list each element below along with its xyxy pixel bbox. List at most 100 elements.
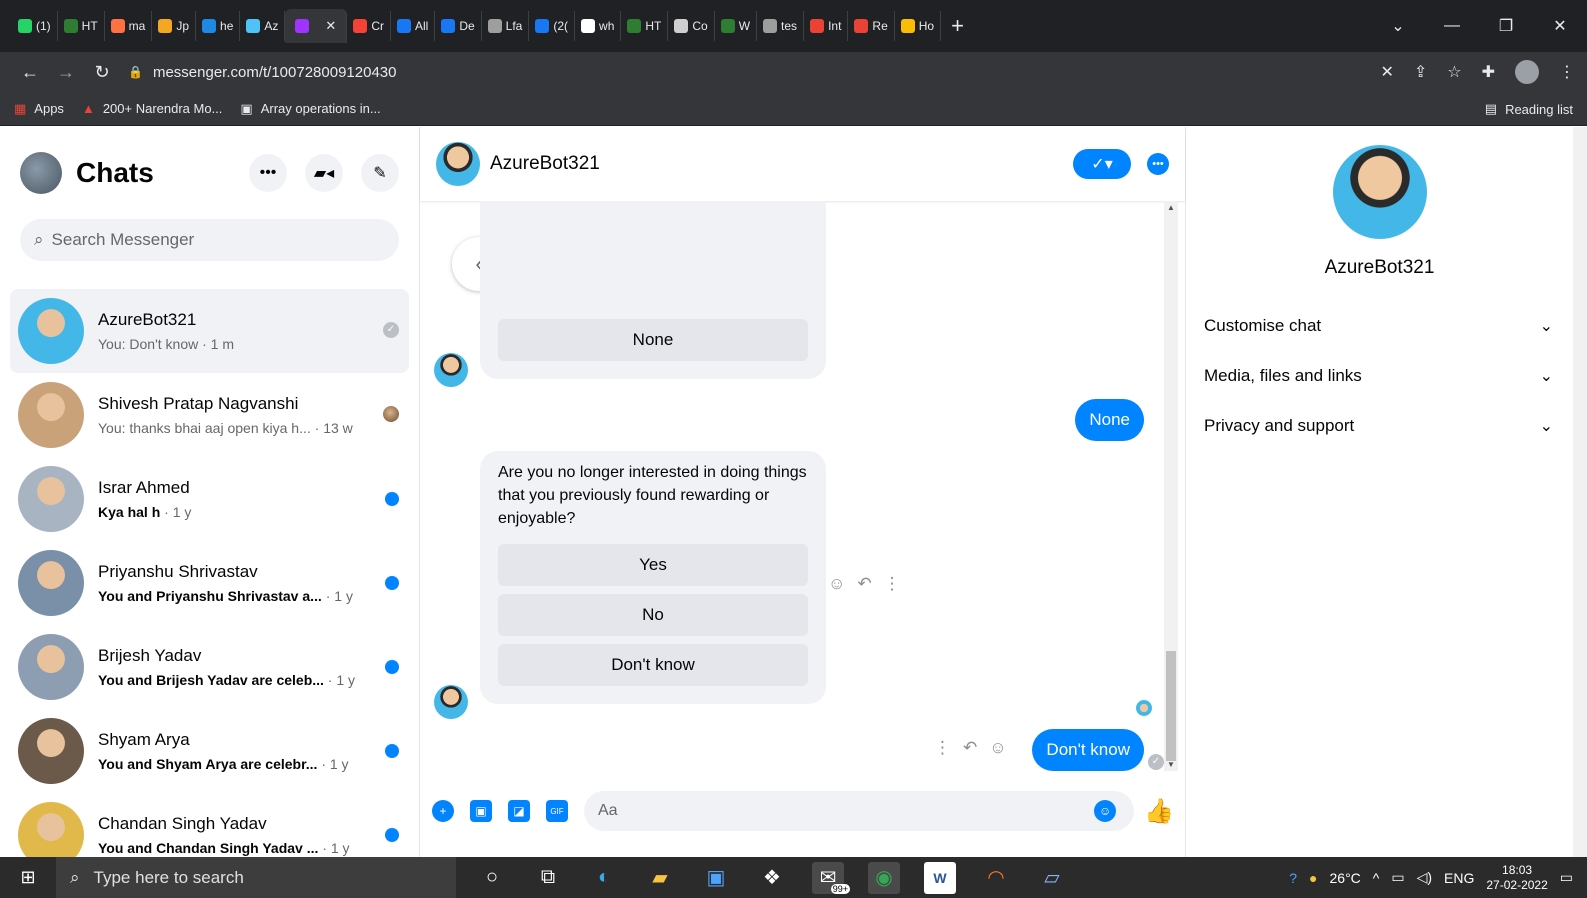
weather-icon[interactable]: ● (1309, 870, 1317, 886)
dropbox-icon[interactable]: ❖ (756, 862, 788, 894)
chrome-icon[interactable]: ◉ (868, 861, 900, 894)
chat-list-item[interactable]: Shivesh Pratap Nagvanshi You: thanks bhai… (10, 373, 409, 457)
address-bar[interactable]: 🔒 messenger.com/t/100728009120430 (128, 57, 1328, 87)
attach-image-icon[interactable]: ▣ (470, 800, 492, 822)
bookmark-array-operations[interactable]: ▣ Array operations in... (240, 101, 380, 117)
browser-tab[interactable]: HT (58, 11, 105, 41)
sticker-icon[interactable]: ◪ (508, 800, 530, 822)
sent-message-dont-know[interactable]: Don't know (1032, 729, 1144, 771)
notepad-icon[interactable]: ▱ (1036, 862, 1068, 894)
browser-tab[interactable]: ma (105, 11, 153, 41)
browser-tab[interactable]: Lfa (482, 11, 530, 41)
search-messenger-input[interactable]: ⌕ Search Messenger (20, 219, 399, 261)
option-dont-know-button[interactable]: Don't know (498, 644, 808, 686)
browser-tab[interactable]: (2( (529, 11, 576, 41)
sent-message-none[interactable]: None (1075, 399, 1144, 441)
browser-tab[interactable]: Ho (895, 11, 942, 41)
chat-list-item[interactable]: Priyanshu Shrivastav You and Priyanshu Sh… (10, 541, 409, 625)
scrollbar-thumb[interactable] (1166, 651, 1176, 761)
scroll-up-arrow[interactable]: ▲ (1164, 203, 1178, 212)
taskbar-search-input[interactable]: ⌕ Type here to search (56, 857, 456, 898)
help-icon[interactable]: ? (1289, 870, 1297, 886)
minimize-button[interactable]: — (1425, 17, 1479, 35)
message-thread[interactable]: ‹ None None Are you no longer interested… (420, 201, 1186, 771)
bookmark-apps[interactable]: ▦ Apps (14, 101, 64, 117)
privacy-support-section[interactable]: Privacy and support ⌄ (1186, 401, 1573, 451)
tab-search-icon[interactable]: ⌄ (1371, 16, 1425, 36)
extensions-icon[interactable]: ✚ (1482, 62, 1495, 82)
chat-list-item[interactable]: Chandan Singh Yadav You and Chandan Singh… (10, 793, 409, 857)
chat-list-item[interactable]: AzureBot321 You: Don't know · 1 m ✓ (10, 289, 409, 373)
close-tab-icon[interactable]: ✕ (325, 18, 336, 34)
reload-button[interactable]: ↻ (84, 62, 120, 83)
reply-icon[interactable]: ↶ (963, 738, 977, 758)
browser-tab[interactable]: Int (804, 11, 849, 41)
clock[interactable]: 18:03 27-02-2022 (1486, 863, 1547, 893)
media-files-links-section[interactable]: Media, files and links ⌄ (1186, 351, 1573, 401)
file-explorer-icon[interactable]: ▰ (644, 862, 676, 894)
page-scrollbar[interactable] (1573, 127, 1587, 857)
new-room-button[interactable]: ▰◂ (305, 154, 343, 192)
word-icon[interactable]: W (924, 861, 956, 894)
browser-tab[interactable]: ✕ (285, 9, 348, 43)
contact-avatar[interactable] (436, 142, 480, 186)
more-actions-icon[interactable]: + (432, 800, 454, 822)
scroll-down-arrow[interactable]: ▼ (1164, 760, 1178, 769)
browser-tab[interactable]: HT (621, 11, 669, 41)
checkmark-dropdown-button[interactable]: ✓▾ (1073, 149, 1131, 179)
task-view-icon[interactable]: ⧉ (532, 862, 564, 894)
volume-icon[interactable]: ◁) (1417, 869, 1432, 886)
share-icon[interactable]: ⇪ (1414, 62, 1427, 82)
browser-tab[interactable]: Re (848, 11, 895, 41)
chevron-up-icon[interactable]: ^ (1373, 870, 1380, 886)
customise-chat-section[interactable]: Customise chat ⌄ (1186, 301, 1573, 351)
browser-tab[interactable]: W (715, 11, 758, 41)
browser-tab[interactable]: tes (757, 11, 805, 41)
message-input[interactable]: Aa (584, 791, 1135, 831)
option-yes-button[interactable]: Yes (498, 544, 808, 586)
more-vertical-icon[interactable]: ⋮ (934, 738, 951, 758)
chat-list-item[interactable]: Israr Ahmed Kya hal h · 1 y (10, 457, 409, 541)
store-icon[interactable]: ▣ (700, 862, 732, 894)
browser-tab[interactable]: De (435, 11, 482, 41)
more-vertical-icon[interactable]: ⋮ (884, 574, 901, 594)
mute-icon[interactable]: ✕ (1380, 62, 1393, 82)
language-indicator[interactable]: ENG (1444, 870, 1474, 886)
chat-list-item[interactable]: Brijesh Yadav You and Brijesh Yadav are c… (10, 625, 409, 709)
jupyter-icon[interactable]: ◠ (980, 862, 1012, 894)
options-button[interactable]: ••• (249, 154, 287, 192)
edge-icon[interactable]: ◐ (588, 862, 620, 894)
reply-icon[interactable]: ↶ (857, 574, 871, 594)
bookmark-star-icon[interactable]: ☆ (1447, 62, 1461, 82)
my-avatar[interactable] (20, 152, 62, 194)
cortana-icon[interactable]: ○ (476, 862, 508, 894)
browser-tab[interactable]: Co (668, 11, 715, 41)
back-button[interactable]: ← (12, 62, 48, 83)
emoji-icon[interactable]: ☺ (1094, 800, 1117, 822)
browser-tab[interactable]: Cr (347, 11, 391, 41)
browser-tab[interactable]: All (391, 11, 436, 41)
profile-avatar[interactable] (1515, 60, 1539, 84)
info-avatar[interactable] (1332, 145, 1427, 239)
browser-tab[interactable]: wh (575, 11, 622, 41)
forward-button[interactable]: → (48, 62, 84, 83)
react-icon[interactable]: ☺ (828, 574, 845, 594)
new-message-button[interactable]: ✎ (361, 154, 399, 192)
weather-temp[interactable]: 26°C (1330, 870, 1361, 886)
chat-list-item[interactable]: Shyam Arya You and Shyam Arya are celebr.… (10, 709, 409, 793)
browser-tab[interactable]: Jp (152, 11, 197, 41)
close-window-button[interactable]: ✕ (1533, 16, 1587, 36)
conversation-info-button[interactable]: ••• (1147, 153, 1169, 175)
browser-menu-icon[interactable]: ⋮ (1559, 62, 1575, 82)
bookmark-narendra[interactable]: ▲ 200+ Narendra Mo... (82, 101, 222, 116)
react-icon[interactable]: ☺ (989, 738, 1006, 758)
browser-tab[interactable]: (1) (12, 11, 58, 41)
contact-name[interactable]: AzureBot321 (490, 153, 600, 175)
new-tab-button[interactable]: + (951, 13, 964, 39)
mail-icon[interactable]: ✉ 99+ (812, 861, 850, 894)
restore-button[interactable]: ❐ (1479, 16, 1533, 36)
browser-tab[interactable]: Az (240, 11, 286, 41)
notifications-icon[interactable]: ▭ (1560, 869, 1573, 886)
option-no-button[interactable]: No (498, 594, 808, 636)
gif-icon[interactable]: GIF (546, 800, 568, 822)
